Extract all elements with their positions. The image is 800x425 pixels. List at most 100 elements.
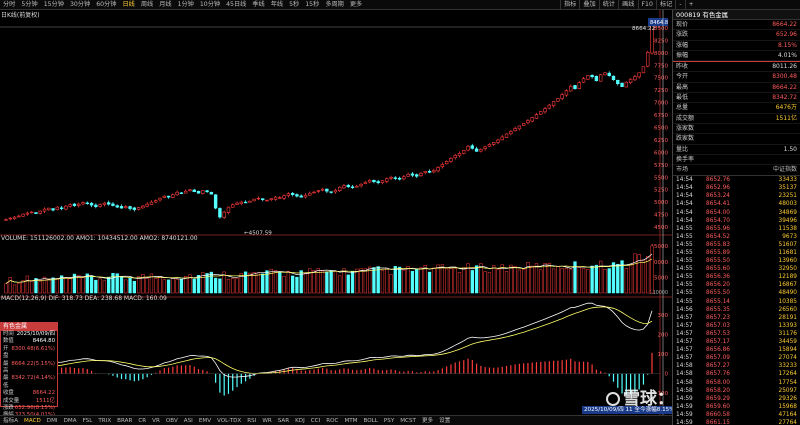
volume-bar [427, 271, 432, 294]
indicator-tab[interactable]: WR [259, 416, 274, 425]
period-tab[interactable]: 45日线 [223, 0, 249, 10]
tool-button[interactable]: - [675, 0, 684, 10]
tick-volume: 51607 [778, 241, 797, 248]
indicator-tab[interactable]: TRIX [95, 416, 114, 425]
period-tab[interactable]: 1分钟 [175, 0, 197, 10]
period-tab[interactable]: 15秒 [302, 0, 322, 10]
tick-price: 8656.86 [706, 347, 730, 354]
period-tab[interactable]: 15分钟 [41, 0, 67, 10]
indicator-tab[interactable]: SAR [275, 416, 292, 425]
volume-bar [68, 278, 72, 294]
indicator-tab[interactable]: 指标A [0, 416, 21, 425]
period-tab[interactable]: 30分钟 [67, 0, 93, 10]
tick-price: 8655.50 [706, 290, 730, 297]
tool-button[interactable]: 统计 [598, 0, 618, 10]
price-low-label: ←4507.59 [244, 231, 272, 237]
period-tab[interactable]: 60分钟 [93, 0, 119, 10]
volume-bar [213, 277, 218, 294]
period-tab[interactable]: 更多 [347, 0, 365, 10]
tick-row: 14:57 8657.03 13393 [673, 322, 800, 330]
quote-row-value: 8464.80 [32, 338, 55, 345]
volume-bar [470, 270, 474, 294]
indicator-tab[interactable]: PSY [381, 416, 397, 425]
tool-button[interactable]: F10 [637, 0, 656, 10]
indicator-tab[interactable]: ROC [323, 416, 341, 425]
indicator-tab[interactable]: OBV [163, 416, 181, 425]
indicator-tab[interactable]: BOLL [361, 416, 381, 425]
volume-bar [534, 263, 539, 294]
candle-body [359, 183, 363, 187]
tick-header-right[interactable]: 中证指数 [773, 165, 797, 175]
tick-row: 14:55 8654.52 9673 [673, 233, 800, 241]
tick-price: 8653.24 [706, 193, 730, 200]
indicator-tab[interactable]: VR [149, 416, 163, 425]
tool-button[interactable]: 标记 [655, 0, 675, 10]
period-tab[interactable]: 季线 [249, 0, 267, 10]
indicator-tab[interactable]: DMI [44, 416, 61, 425]
tool-button[interactable]: 叠加 [579, 0, 598, 10]
period-tab[interactable]: 年线 [268, 0, 286, 10]
tool-button[interactable]: 画线 [618, 0, 637, 10]
tick-price: 8654.41 [706, 201, 730, 208]
tick-row: 14:58 8658.00 17754 [673, 379, 800, 387]
indicator-tab[interactable]: CR [135, 416, 149, 425]
indicator-tab[interactable]: VOL-TDX [214, 416, 244, 425]
tick-time: 14:59 [676, 419, 693, 425]
tick-volume: 39496 [778, 217, 797, 224]
tick-volume: 26560 [778, 306, 797, 313]
indicator-tab[interactable]: DMA [61, 416, 80, 425]
period-tab[interactable]: 日线 [119, 0, 137, 10]
stat-value: 4.01% [777, 51, 797, 59]
period-tab[interactable]: 5秒 [286, 0, 302, 10]
volume-bar [590, 265, 594, 294]
period-tab[interactable]: 10分钟 [197, 0, 223, 10]
period-tab[interactable]: 周线 [138, 0, 156, 10]
indicator-tab[interactable]: EMV [196, 416, 214, 425]
candle-body [243, 201, 248, 204]
period-tab[interactable]: 多周期 [322, 0, 347, 10]
stat-value: 8342.72 [772, 94, 797, 102]
tick-price: 8657.23 [706, 314, 730, 321]
indicator-tab[interactable]: ASI [181, 416, 196, 425]
chart-tools: 指标 叠加 统计 画线 F10 标记 - + [560, 0, 697, 10]
tick-row: 14:58 8657.27 33233 [673, 362, 800, 370]
quote-row: 数值 8464.80 [1, 338, 57, 345]
tick-volume: 35137 [778, 185, 797, 192]
candle-body [410, 173, 415, 176]
candle-body [402, 176, 406, 180]
candle-body [423, 170, 427, 173]
indicator-tab[interactable]: MCST [397, 416, 419, 425]
tick-list[interactable]: 14:54 8652.76 33433 14:54 8652.96 35137 14:54 8… [673, 176, 800, 425]
indicator-tab[interactable]: 设置 [436, 416, 453, 425]
tick-price: 8655.83 [706, 241, 730, 248]
volume-bar [218, 278, 222, 294]
candle-body [590, 74, 594, 78]
tick-volume: 9673 [782, 233, 797, 240]
period-tab[interactable]: 月线 [156, 0, 174, 10]
period-tab[interactable]: 5分钟 [18, 0, 40, 10]
volume-pane-title: VOLUME: 151126002.00 AMO1: 10434512.00 A… [1, 235, 198, 242]
indicator-tab[interactable]: FSL [80, 416, 96, 425]
volume-bar [513, 266, 517, 294]
indicator-tab[interactable]: 更多 [419, 416, 436, 425]
indicator-tab[interactable]: MACD [21, 416, 44, 425]
volume-bar [624, 268, 628, 294]
indicator-tab[interactable]: KDJ [292, 416, 308, 425]
tool-button[interactable]: + [684, 0, 697, 10]
period-tab[interactable]: 分时 [0, 0, 18, 10]
tick-price: 8661.15 [706, 419, 730, 425]
tick-time: 14:55 [676, 274, 693, 281]
kline-chart[interactable]: 8500 8250 8000 7750 7500 7250 7000 6750 6500 6250… [0, 10, 672, 415]
indicator-tab[interactable]: MTM [341, 416, 360, 425]
volume-bar [98, 278, 102, 294]
tick-time: 14:57 [676, 322, 693, 329]
tool-button[interactable]: 指标 [560, 0, 579, 10]
indicator-tab[interactable]: RSI [244, 416, 259, 425]
indicator-tab[interactable]: BRAR [114, 416, 135, 425]
tick-volume: 27074 [778, 355, 797, 362]
candle-body [222, 211, 226, 218]
price-axis-tick: 6750 [654, 113, 668, 119]
indicator-tab[interactable]: CCI [308, 416, 323, 425]
candle-body [474, 148, 479, 152]
tick-row: 14:59 8659.29 29326 [673, 395, 800, 403]
